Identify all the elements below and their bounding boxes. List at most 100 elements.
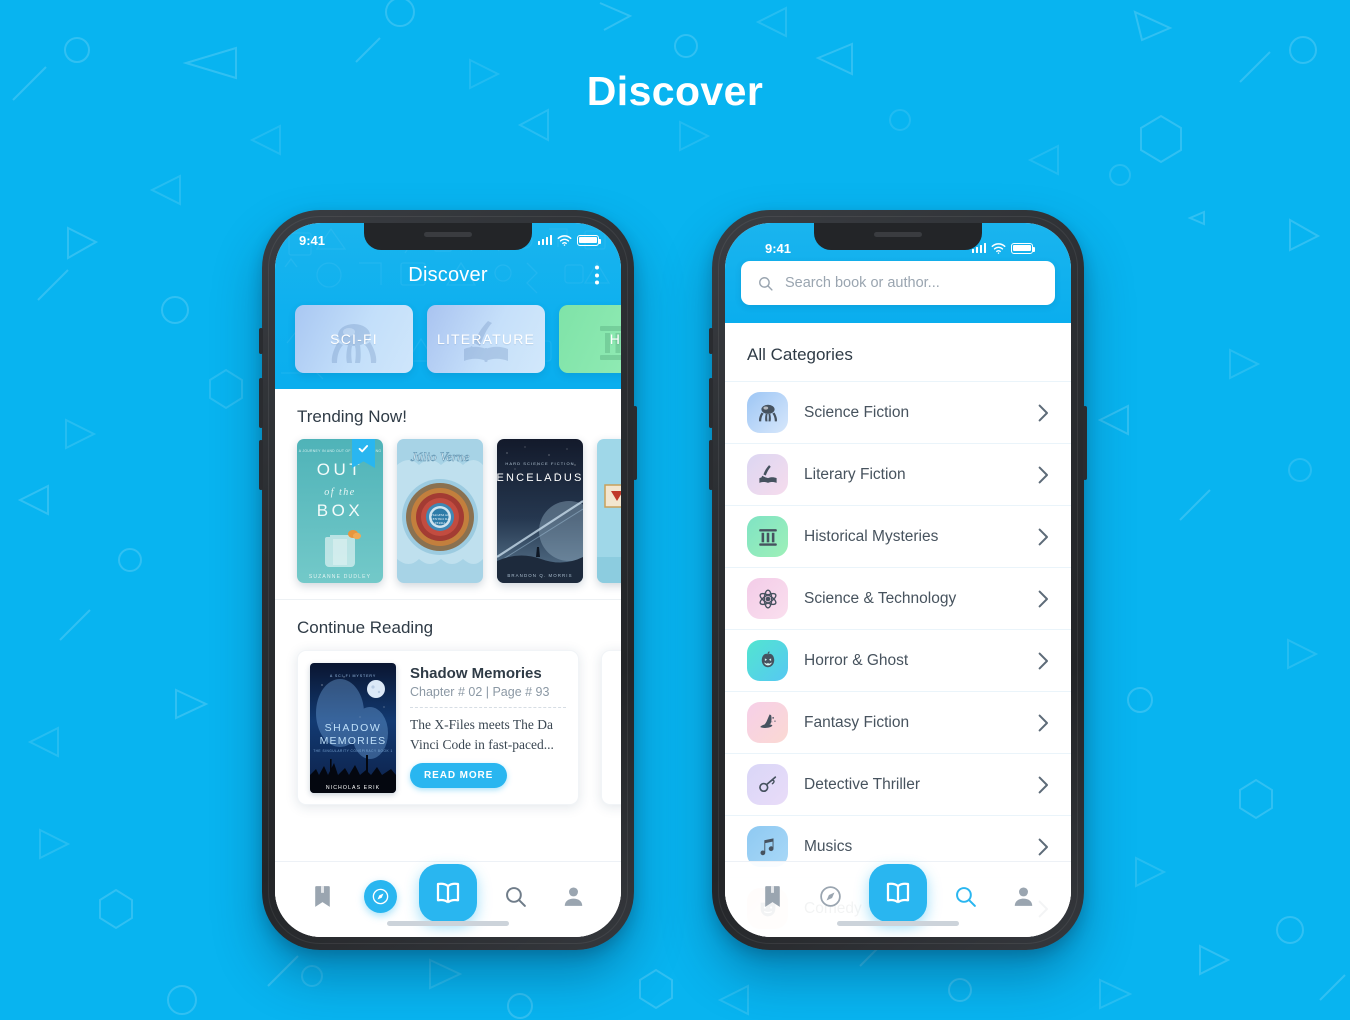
- category-icon-bg: [747, 702, 788, 743]
- category-icon-bg: [747, 578, 788, 619]
- page-title: Discover: [586, 68, 764, 114]
- status-time: 9:41: [765, 240, 792, 256]
- category-icon-bg: [747, 764, 788, 805]
- chevron-right-icon: [1038, 776, 1048, 793]
- compass-icon: [820, 885, 841, 907]
- status-time: 9:41: [299, 232, 326, 248]
- category-label: Historical Mysteries: [804, 527, 939, 545]
- volume-up-button: [259, 378, 263, 428]
- compass-icon: [372, 888, 389, 904]
- open-book-icon: [886, 882, 910, 904]
- svg-text:THE SINGULARITY CONSPIRACY BOO: THE SINGULARITY CONSPIRACY BOOK 1: [313, 749, 393, 753]
- category-row-historical-mysteries[interactable]: Historical Mysteries: [725, 505, 1071, 567]
- search-icon: [759, 276, 773, 291]
- phone-screen-discover: 9:41 Discover SCI-FI LITERATURE H Trendi…: [275, 223, 621, 937]
- book-cover-next[interactable]: [597, 439, 621, 583]
- kebab-menu-icon[interactable]: [595, 265, 599, 285]
- svg-text:NICHOLAS ERIK: NICHOLAS ERIK: [326, 785, 380, 791]
- tab-profile[interactable]: [554, 876, 594, 916]
- silent-switch: [259, 328, 263, 354]
- category-icon-bg: [747, 454, 788, 495]
- volume-down-button: [259, 440, 263, 490]
- notch: [364, 223, 532, 250]
- dashed-divider: [410, 707, 566, 708]
- tab-search-active[interactable]: [945, 876, 985, 916]
- category-label: Literary Fiction: [804, 465, 906, 483]
- trending-book-row[interactable]: A JOURNEY IN AND OUT OF STORYTELLING OUT…: [275, 439, 621, 599]
- background-pattern: [12, 0, 1346, 1019]
- chevron-right-icon: [1038, 714, 1048, 731]
- tab-compass[interactable]: [811, 876, 851, 916]
- tab-search[interactable]: [495, 876, 535, 916]
- category-row-detective-thriller[interactable]: Detective Thriller: [725, 753, 1071, 815]
- open-book-icon: [436, 882, 460, 904]
- svg-text:TERRA: TERRA: [434, 521, 446, 525]
- book-cover-julio-verne[interactable]: VIAGEM AO CENTRO DA TERRA Júlio Verne: [397, 439, 483, 583]
- book-title: Shadow Memories: [410, 665, 542, 682]
- wifi-icon: [991, 242, 1006, 254]
- tab-compass[interactable]: [361, 876, 401, 916]
- tab-library-active[interactable]: [868, 864, 927, 922]
- tab-bookmark[interactable]: [302, 876, 342, 916]
- chip-label: SCI-FI: [330, 331, 378, 347]
- earpiece-speaker: [874, 232, 922, 237]
- bookmark-icon: [314, 885, 330, 907]
- search-input[interactable]: [785, 275, 1039, 291]
- category-label: Detective Thriller: [804, 775, 921, 793]
- home-indicator: [387, 921, 509, 926]
- continue-reading-card[interactable]: A SCI-FI MYSTERY SHADOW MEMORIES THE SIN…: [297, 650, 579, 805]
- category-icon-bg: [747, 392, 788, 433]
- search-bar[interactable]: [741, 261, 1055, 305]
- svg-text:SHADOW: SHADOW: [325, 722, 382, 734]
- svg-text:BRANDON Q. MORRIS: BRANDON Q. MORRIS: [507, 573, 572, 578]
- category-icon-bg: [747, 640, 788, 681]
- category-icon-bg: [747, 516, 788, 557]
- book-cover-out-of-the-box[interactable]: A JOURNEY IN AND OUT OF STORYTELLING OUT…: [297, 439, 383, 583]
- category-row-literary-fiction[interactable]: Literary Fiction: [725, 443, 1071, 505]
- chevron-right-icon: [1038, 404, 1048, 421]
- svg-text:A SCI-FI MYSTERY: A SCI-FI MYSTERY: [330, 674, 376, 678]
- atom-icon: [758, 589, 777, 608]
- music-icon: [759, 837, 774, 855]
- chip-label: LITERATURE: [436, 331, 536, 347]
- discover-body: Trending Now! A JOURNEY IN AND OUT OF ST…: [275, 389, 621, 937]
- category-row-fantasy-fiction[interactable]: Fantasy Fiction: [725, 691, 1071, 753]
- home-indicator: [837, 921, 959, 926]
- silent-switch: [709, 328, 713, 354]
- person-icon: [565, 886, 583, 906]
- svg-text:of the: of the: [324, 487, 356, 498]
- chevron-right-icon: [1038, 652, 1048, 669]
- svg-text:SUZANNE DUDLEY: SUZANNE DUDLEY: [309, 574, 371, 580]
- volume-down-button: [709, 440, 713, 490]
- categories-list: All Categories Science Fiction Literary …: [725, 323, 1071, 937]
- chevron-right-icon: [1038, 838, 1048, 855]
- app-bar: Discover: [275, 253, 621, 297]
- compass-active-pill[interactable]: [364, 879, 398, 913]
- chip-label: HI: [609, 331, 621, 347]
- category-row-horror-ghost[interactable]: Horror & Ghost: [725, 629, 1071, 691]
- chevron-right-icon: [1038, 590, 1048, 607]
- tab-library-active[interactable]: [418, 864, 477, 922]
- category-chip-row[interactable]: SCI-FI LITERATURE H: [275, 297, 621, 373]
- read-more-button[interactable]: READ MORE: [410, 763, 508, 789]
- person-icon: [1015, 886, 1033, 906]
- chevron-right-icon: [1038, 528, 1048, 545]
- svg-text:MEMORIES: MEMORIES: [320, 735, 387, 747]
- tab-profile[interactable]: [1004, 876, 1044, 916]
- tab-bookmark[interactable]: [752, 876, 792, 916]
- categories-heading: All Categories: [747, 345, 853, 364]
- alien-icon: [758, 404, 777, 421]
- wifi-icon: [557, 234, 572, 246]
- category-label: Horror & Ghost: [804, 651, 909, 669]
- category-chip-historical[interactable]: HI: [559, 305, 621, 373]
- svg-text:HARD SCIENCE FICTION: HARD SCIENCE FICTION: [505, 461, 574, 466]
- category-chip-literature[interactable]: LITERATURE: [427, 305, 545, 373]
- category-chip-sci-fi[interactable]: SCI-FI: [295, 305, 413, 373]
- category-row-science-technology[interactable]: Science & Technology: [725, 567, 1071, 629]
- category-row-science-fiction[interactable]: Science Fiction: [725, 381, 1071, 443]
- continue-reading-card-next[interactable]: [601, 650, 621, 805]
- power-button: [1083, 406, 1087, 480]
- cellular-signal-icon: [537, 235, 552, 245]
- trending-heading: Trending Now!: [297, 407, 407, 426]
- book-cover-enceladus[interactable]: HARD SCIENCE FICTION ENCELADUS BRANDON Q…: [497, 439, 583, 583]
